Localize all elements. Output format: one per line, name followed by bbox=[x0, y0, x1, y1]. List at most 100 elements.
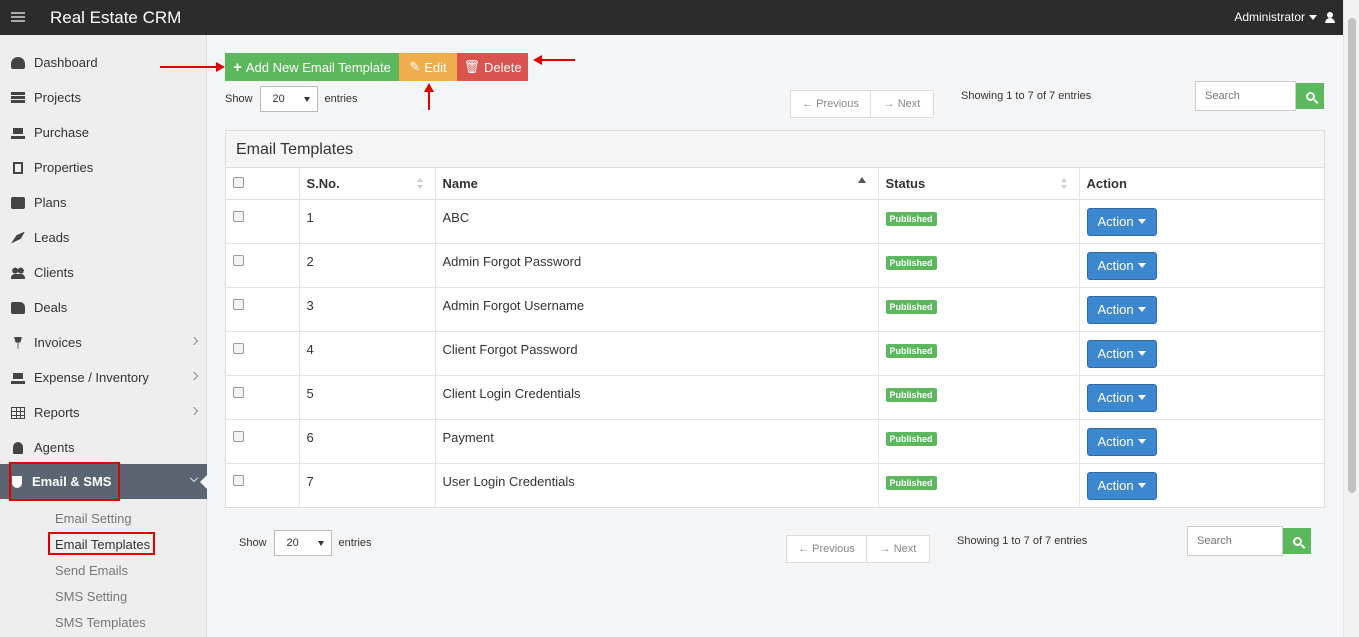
action-cell: Action bbox=[1079, 419, 1324, 464]
search-button-bottom[interactable] bbox=[1283, 528, 1311, 554]
chevron-right-icon bbox=[189, 336, 199, 346]
menu-toggle-icon[interactable] bbox=[11, 12, 25, 23]
row-checkbox[interactable] bbox=[233, 254, 244, 266]
sidebar-item-label: Deals bbox=[34, 300, 68, 315]
row-checkbox[interactable] bbox=[233, 342, 244, 354]
vertical-scrollbar[interactable] bbox=[1343, 0, 1359, 637]
name-cell: ABC bbox=[435, 199, 879, 244]
delete-button[interactable]: 🗑 Delete bbox=[457, 53, 528, 81]
status-badge: Published bbox=[885, 299, 937, 314]
action-dropdown-button[interactable]: Action bbox=[1086, 383, 1157, 412]
row-select-cell bbox=[226, 287, 300, 332]
sidebar-item-expense-inventory[interactable]: Expense / Inventory bbox=[0, 360, 207, 395]
page-size-select[interactable]: 20 bbox=[259, 86, 318, 112]
annotation-arrowhead bbox=[216, 62, 225, 72]
sidebar-item-purchase[interactable]: Purchase bbox=[0, 115, 207, 150]
caret-down-icon bbox=[1137, 263, 1146, 268]
table-row: 1 ABC Published Action bbox=[226, 199, 1324, 244]
subnav-sms-templates[interactable]: SMS Templates bbox=[55, 615, 146, 630]
edit-icon: ✎ bbox=[409, 59, 421, 74]
sidebar-item-agents[interactable]: Agents bbox=[0, 430, 207, 465]
subnav-send-emails[interactable]: Send Emails bbox=[55, 563, 128, 578]
chevron-right-icon bbox=[189, 371, 199, 381]
add-email-template-button[interactable]: + Add New Email Template bbox=[225, 53, 399, 81]
sidebar-item-dashboard[interactable]: Dashboard bbox=[0, 45, 207, 80]
column-header-sno[interactable]: S.No. bbox=[299, 168, 436, 200]
scrollbar-thumb[interactable] bbox=[1348, 18, 1356, 493]
sidebar-item-deals[interactable]: Deals bbox=[0, 290, 207, 325]
thumbs-up-icon bbox=[11, 301, 25, 314]
status-badge: Published bbox=[885, 343, 937, 358]
search-input[interactable] bbox=[1195, 81, 1296, 111]
status-badge: Published bbox=[885, 475, 937, 490]
annotation-arrow bbox=[541, 59, 575, 61]
row-select-cell bbox=[226, 243, 300, 288]
row-checkbox[interactable] bbox=[233, 210, 244, 222]
row-checkbox[interactable] bbox=[233, 298, 244, 310]
button-label: Action bbox=[1097, 214, 1134, 229]
previous-button[interactable]: ← Previous bbox=[791, 91, 871, 117]
column-header-name[interactable]: Name bbox=[435, 168, 879, 200]
sidebar-item-reports[interactable]: Reports bbox=[0, 395, 207, 430]
previous-button[interactable]: ← Previous bbox=[787, 536, 867, 562]
action-dropdown-button[interactable]: Action bbox=[1086, 427, 1157, 456]
name-cell: Admin Forgot Username bbox=[435, 287, 879, 332]
entries-label: entries bbox=[338, 537, 372, 549]
status-cell: Published bbox=[878, 243, 1080, 288]
user-menu[interactable]: Administrator bbox=[1234, 10, 1335, 24]
action-dropdown-button[interactable]: Action bbox=[1086, 471, 1157, 500]
page-size-control-bottom: Show 20 entries bbox=[239, 530, 372, 556]
app-title[interactable]: Real Estate CRM bbox=[50, 8, 181, 28]
sidebar-item-clients[interactable]: Clients bbox=[0, 255, 207, 290]
row-checkbox[interactable] bbox=[233, 430, 244, 442]
row-checkbox[interactable] bbox=[233, 474, 244, 486]
next-button[interactable]: → Next bbox=[867, 536, 929, 562]
table-header-row: S.No. Name Status Action bbox=[226, 168, 1324, 200]
edit-button[interactable]: ✎ Edit bbox=[399, 53, 457, 81]
sidebar-item-invoices[interactable]: Invoices bbox=[0, 325, 207, 360]
sidebar-item-properties[interactable]: Properties bbox=[0, 150, 207, 185]
sidebar-item-label: Clients bbox=[34, 265, 74, 280]
select-all-checkbox[interactable] bbox=[233, 176, 244, 188]
sidebar-item-plans[interactable]: Plans bbox=[0, 185, 207, 220]
action-dropdown-button[interactable]: Action bbox=[1086, 295, 1157, 324]
rocket-icon bbox=[11, 231, 25, 244]
caret-down-icon bbox=[1137, 483, 1146, 488]
status-badge: Published bbox=[885, 255, 937, 270]
sidebar-item-projects[interactable]: Projects bbox=[0, 80, 207, 115]
annotation-arrowhead bbox=[424, 83, 434, 92]
action-dropdown-button[interactable]: Action bbox=[1086, 251, 1157, 280]
dashboard-icon bbox=[11, 56, 25, 69]
briefcase-icon bbox=[11, 196, 25, 209]
status-cell: Published bbox=[878, 419, 1080, 464]
page-size-select[interactable]: 20 bbox=[273, 530, 332, 556]
annotation-arrow bbox=[160, 66, 218, 68]
entries-label: entries bbox=[324, 93, 358, 105]
trash-icon: 🗑 bbox=[463, 59, 480, 74]
entries-info: Showing 1 to 7 of 7 entries bbox=[957, 535, 1088, 547]
select-all-header bbox=[226, 168, 300, 200]
subnav-email-setting[interactable]: Email Setting bbox=[55, 511, 132, 526]
sno-cell: 7 bbox=[299, 463, 436, 507]
row-select-cell bbox=[226, 419, 300, 464]
row-checkbox[interactable] bbox=[233, 386, 244, 398]
list-icon bbox=[11, 91, 25, 104]
status-badge: Published bbox=[885, 431, 937, 446]
button-label: Add New Email Template bbox=[245, 59, 391, 75]
next-button[interactable]: → Next bbox=[871, 91, 933, 117]
sidebar-item-label: Purchase bbox=[34, 125, 89, 140]
name-cell: Admin Forgot Password bbox=[435, 243, 879, 288]
pin-icon bbox=[14, 336, 22, 349]
page-size-value: 20 bbox=[286, 537, 299, 549]
search-button[interactable] bbox=[1296, 83, 1324, 109]
action-dropdown-button[interactable]: Action bbox=[1086, 207, 1157, 236]
sidebar-item-leads[interactable]: Leads bbox=[0, 220, 207, 255]
subnav-sms-setting[interactable]: SMS Setting bbox=[55, 589, 127, 604]
caret-down-icon bbox=[317, 540, 324, 546]
action-dropdown-button[interactable]: Action bbox=[1086, 339, 1157, 368]
table-icon bbox=[11, 406, 25, 419]
caret-down-icon bbox=[1309, 14, 1317, 20]
column-header-status[interactable]: Status bbox=[878, 168, 1080, 200]
search-input-bottom[interactable] bbox=[1187, 526, 1283, 556]
row-select-cell bbox=[226, 199, 300, 244]
